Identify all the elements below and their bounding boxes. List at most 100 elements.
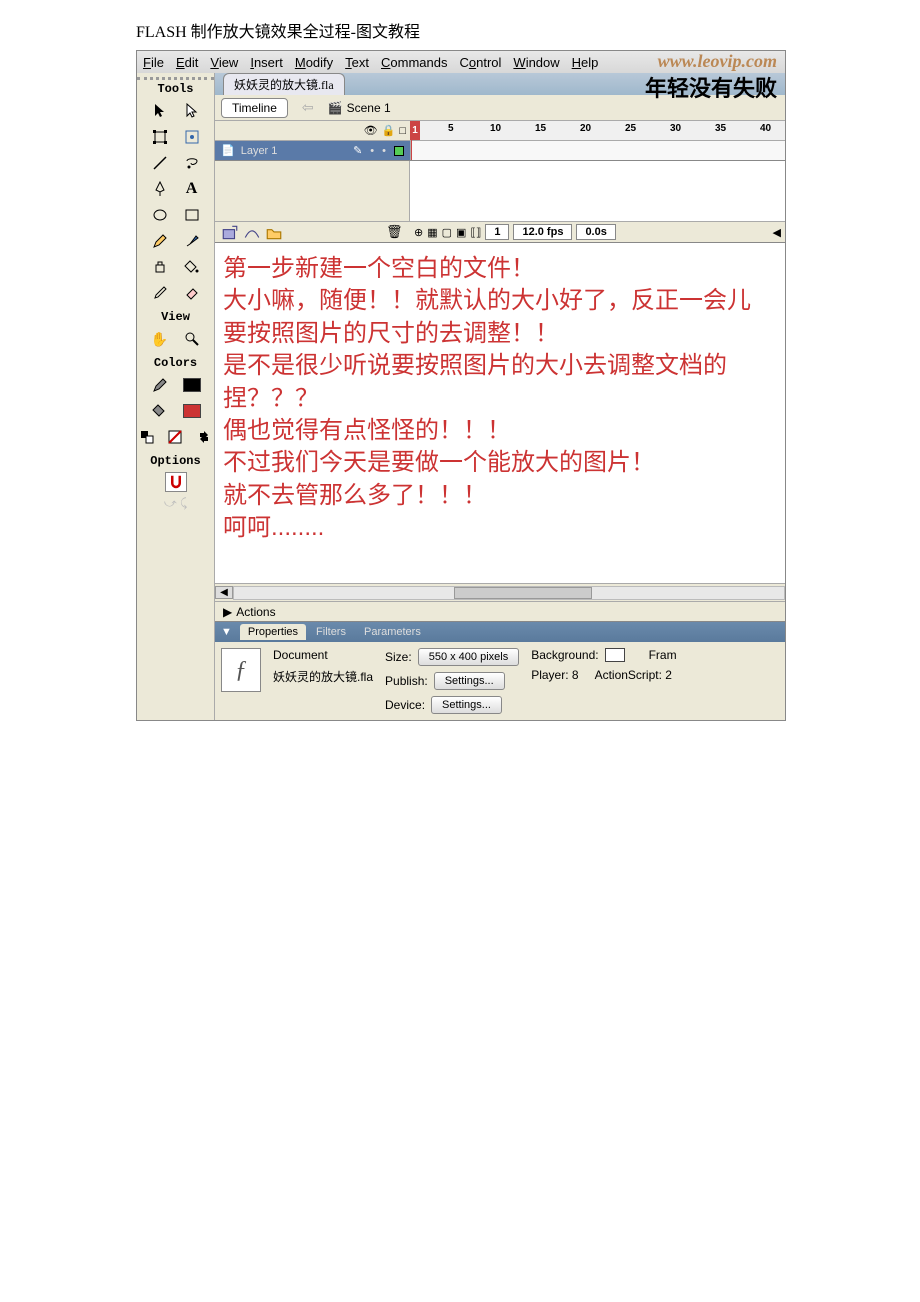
add-motion-guide-icon[interactable] (243, 224, 261, 240)
stage-text-line: 就不去管那么多了！！！ (223, 480, 777, 512)
tick-10: 10 (490, 123, 501, 134)
insert-folder-icon[interactable] (265, 224, 283, 240)
layer-visible-dot-icon[interactable]: • (370, 145, 374, 157)
stage-text-line: 是不是很少听说要按照图片的大小去调整文档的 (223, 350, 777, 382)
layer-icon: 📄 (221, 144, 235, 157)
scrollbar-thumb[interactable] (454, 587, 592, 599)
frame-ruler[interactable]: 1 5 10 15 20 25 30 35 40 (410, 121, 785, 140)
elapsed-time: 0.0s (576, 224, 615, 240)
file-tab[interactable]: 妖妖灵的放大镜.fla (223, 73, 345, 95)
menu-modify[interactable]: Modify (295, 55, 333, 70)
selection-tool-icon[interactable] (148, 101, 172, 121)
layer-frames-track[interactable] (410, 141, 785, 160)
lock-icon[interactable]: 🔒 (382, 124, 396, 137)
scene-breadcrumb[interactable]: 🎬 Scene 1 (328, 101, 391, 115)
default-colors-icon[interactable] (137, 427, 157, 447)
tab-parameters[interactable]: Parameters (356, 624, 429, 640)
tick-25: 25 (625, 123, 636, 134)
text-tool-icon[interactable]: A (180, 179, 204, 199)
frame-rate: 12.0 fps (513, 224, 572, 240)
publish-label: Publish: (385, 674, 428, 688)
properties-panel: ▼ Properties Filters Parameters ƒ Docume… (215, 621, 785, 720)
actions-panel-header[interactable]: ▶ Actions (215, 601, 785, 621)
center-frame-icon[interactable]: ⊕ (414, 226, 423, 239)
menu-edit[interactable]: Edit (176, 55, 198, 70)
stage-text-line: 偶也觉得有点怪怪的！！！ (223, 415, 777, 447)
menu-control[interactable]: Control (459, 55, 501, 70)
pencil-tool-icon[interactable] (148, 231, 172, 251)
eye-icon[interactable]: 👁 (364, 124, 378, 137)
watermark: www.leovip.com (658, 51, 777, 72)
stroke-color-swatch[interactable] (180, 375, 204, 395)
menu-insert[interactable]: Insert (250, 55, 283, 70)
current-frame: 1 (485, 224, 509, 240)
layer-lock-dot-icon[interactable]: • (382, 145, 386, 157)
brush-tool-icon[interactable] (180, 231, 204, 251)
modify-markers-icon[interactable]: ⟦⟧ (470, 226, 481, 239)
fill-color-swatch[interactable] (180, 401, 204, 421)
ink-bottle-tool-icon[interactable] (148, 257, 172, 277)
layer-outline-swatch[interactable] (394, 146, 404, 156)
stage-canvas[interactable]: 第一步新建一个空白的文件！ 大小嘛，随便！！就默认的大小好了，反正一会儿 要按照… (215, 243, 785, 583)
tick-30: 30 (670, 123, 681, 134)
document-title: FLASH 制作放大镜效果全过程-图文教程 (0, 0, 920, 50)
gradient-transform-tool-icon[interactable] (180, 127, 204, 147)
scroll-left-icon[interactable]: ◀ (773, 226, 781, 239)
lasso-tool-icon[interactable] (180, 153, 204, 173)
scene-icon: 🎬 (328, 101, 343, 115)
size-button[interactable]: 550 x 400 pixels (418, 648, 520, 666)
onion-outline-icon[interactable]: ▢ (442, 226, 452, 239)
scene-label: Scene 1 (347, 101, 391, 115)
edit-multiple-icon[interactable]: ▣ (456, 226, 466, 239)
timeline-footer: 🗑 ⊕ ▦ ▢ ▣ ⟦⟧ 1 12.0 fps 0.0s ◀ (215, 221, 785, 243)
line-tool-icon[interactable] (148, 153, 172, 173)
horizontal-scrollbar[interactable]: ◀ (215, 583, 785, 601)
menu-help[interactable]: Help (572, 55, 599, 70)
tab-properties[interactable]: Properties (240, 624, 306, 640)
background-swatch[interactable] (605, 648, 625, 662)
timeline-button[interactable]: Timeline (221, 98, 288, 118)
onion-skin-icon[interactable]: ▦ (427, 226, 437, 239)
collapse-arrow-icon[interactable]: ▼ (221, 626, 232, 638)
stage-text-line: 要按照图片的尺寸的去调整！！ (223, 318, 777, 350)
tab-filters[interactable]: Filters (308, 624, 354, 640)
fill-color-bucket-icon (148, 401, 172, 421)
swap-colors-icon[interactable] (194, 427, 214, 447)
banner-text: 年轻没有失败 (645, 71, 777, 103)
paint-bucket-tool-icon[interactable] (180, 257, 204, 277)
device-settings-button[interactable]: Settings... (431, 696, 502, 714)
document-tab-bar: 妖妖灵的放大镜.fla 年轻没有失败 (215, 73, 785, 95)
playhead[interactable] (411, 121, 412, 160)
option-faded-icon: ⤻ ⤹ (137, 494, 214, 513)
menu-file[interactable]: File (143, 55, 164, 70)
expand-arrow-icon: ▶ (223, 605, 232, 619)
document-name: 妖妖灵的放大镜.fla (273, 668, 373, 685)
layer-row[interactable]: 📄 Layer 1 ✎ • • (215, 141, 785, 161)
scroll-left-button-icon[interactable]: ◀ (215, 586, 233, 599)
menu-commands[interactable]: Commands (381, 55, 447, 70)
menu-window[interactable]: Window (513, 55, 559, 70)
insert-layer-icon[interactable] (221, 224, 239, 240)
eraser-tool-icon[interactable] (180, 283, 204, 303)
no-color-icon[interactable] (165, 427, 185, 447)
publish-settings-button[interactable]: Settings... (434, 672, 505, 690)
oval-tool-icon[interactable] (148, 205, 172, 225)
delete-layer-icon[interactable]: 🗑 (386, 224, 404, 240)
hand-tool-icon[interactable]: ✋ (148, 329, 172, 349)
snap-option-icon[interactable] (165, 472, 187, 492)
eyedropper-tool-icon[interactable] (148, 283, 172, 303)
menu-view[interactable]: View (210, 55, 238, 70)
outline-icon[interactable]: □ (399, 125, 406, 137)
document-type-icon: ƒ (221, 648, 261, 692)
back-arrow-icon[interactable]: ⇦ (294, 99, 322, 116)
actionscript-version: ActionScript: 2 (595, 668, 672, 682)
zoom-tool-icon[interactable] (180, 329, 204, 349)
pen-tool-icon[interactable] (148, 179, 172, 199)
colors-section-header: Colors (137, 352, 214, 372)
rectangle-tool-icon[interactable] (180, 205, 204, 225)
tick-5: 5 (448, 123, 454, 134)
menu-text[interactable]: Text (345, 55, 369, 70)
device-label: Device: (385, 698, 425, 712)
free-transform-tool-icon[interactable] (148, 127, 172, 147)
subselection-tool-icon[interactable] (180, 101, 204, 121)
